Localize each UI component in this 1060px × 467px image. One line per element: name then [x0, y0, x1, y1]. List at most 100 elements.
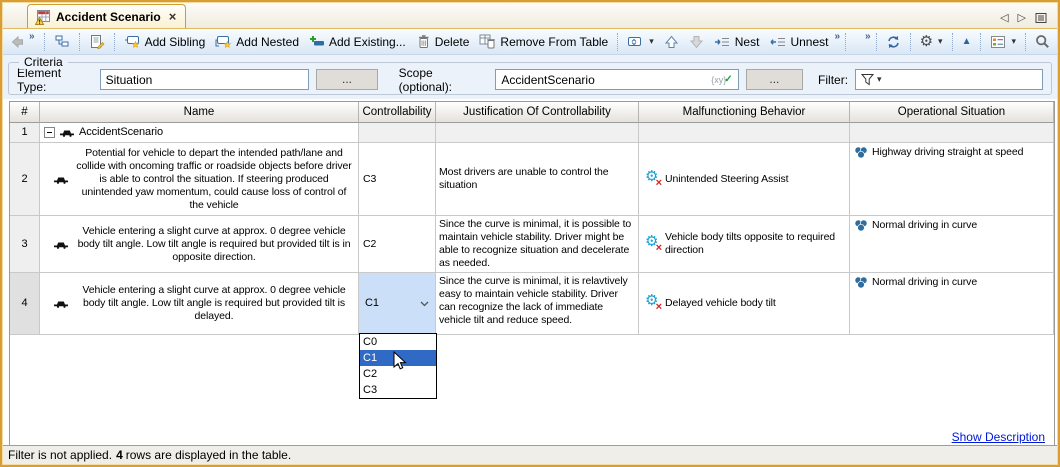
column-header-operational-situation[interactable]: Operational Situation [850, 102, 1054, 123]
add-sibling-label: Add Sibling [145, 35, 206, 49]
scope-browse-button[interactable]: ... [746, 69, 803, 90]
column-header-name[interactable]: Name [40, 102, 359, 123]
filter-input[interactable]: ▾ [855, 69, 1043, 90]
tab-accident-scenario[interactable]: Accident Scenario × [27, 4, 186, 28]
scope-value: AccidentScenario [501, 73, 594, 87]
justification-cell[interactable]: Since the curve is minimal, it is possib… [436, 216, 639, 273]
unnest-button[interactable]: Unnest [765, 33, 832, 51]
add-sibling-icon [124, 34, 141, 49]
selection-mode-button[interactable]: ▾ [623, 32, 658, 51]
controllability-cell[interactable]: C3 [359, 143, 436, 216]
status-row-count: 4 [116, 448, 123, 462]
back-arrow-icon [10, 35, 25, 49]
toolbar-separator [1025, 33, 1026, 51]
remove-from-table-button[interactable]: Remove From Table [475, 32, 612, 51]
selection-mode-dropdown-icon: ▾ [649, 36, 654, 47]
collapse-expander-icon[interactable] [44, 127, 55, 138]
name-cell[interactable]: Vehicle entering a slight curve at appro… [40, 273, 359, 335]
malfunctioning-behavior-cell[interactable]: ⚙× Delayed vehicle body tilt [639, 273, 850, 335]
malfunctioning-behavior-cell[interactable]: ⚙× Unintended Steering Assist [639, 143, 850, 216]
dropdown-option-c3[interactable]: C3 [360, 382, 436, 398]
controllability-cell[interactable]: C2 [359, 216, 436, 273]
search-button[interactable] [1031, 32, 1054, 51]
move-down-button[interactable] [685, 33, 708, 51]
scope-input[interactable]: AccidentScenario {xy}✓ [495, 69, 738, 90]
row-number[interactable]: 1 [10, 123, 40, 143]
settings-dropdown-icon: ▾ [938, 36, 943, 47]
row-number[interactable]: 3 [10, 216, 40, 273]
dropdown-option-c0[interactable]: C0 [360, 334, 436, 350]
row-number[interactable]: 2 [10, 143, 40, 216]
refresh-button[interactable] [882, 33, 905, 51]
toolbar-separator [980, 33, 981, 51]
element-properties-icon: {xy}✓ [711, 74, 732, 85]
add-existing-label: Add Existing... [329, 35, 406, 49]
operational-situation-cell[interactable]: Normal driving in curve [850, 273, 1054, 335]
toolbar-overflow-icon[interactable]: » [834, 31, 840, 42]
main-toolbar: » Add Sibling Add Nested Add Existing...… [3, 29, 1057, 55]
add-sibling-button[interactable]: Add Sibling [120, 32, 210, 51]
add-nested-button[interactable]: Add Nested [211, 32, 303, 51]
operational-situation-cell[interactable]: Highway driving straight at speed [850, 143, 1054, 216]
toolbar-overflow-icon: » [29, 31, 35, 42]
empty-cell [359, 123, 436, 143]
collapse-up-icon: ▲ [962, 36, 972, 47]
element-type-value: Situation [106, 73, 153, 87]
column-header-malfunctioning-behavior[interactable]: Malfunctioning Behavior [639, 102, 850, 123]
root-node-label: AccidentScenario [79, 126, 163, 139]
controllability-combo-open[interactable]: C1 [359, 273, 436, 335]
view-options-button[interactable]: ▾ [986, 33, 1020, 51]
toolbar-overflow-icon[interactable]: » [865, 31, 871, 42]
tab-close-icon[interactable]: × [169, 9, 177, 24]
search-icon [1035, 34, 1050, 49]
nest-button[interactable]: Nest [710, 33, 764, 51]
element-type-browse-button[interactable]: ... [316, 69, 377, 90]
edit-document-button[interactable] [85, 32, 109, 51]
move-up-button[interactable] [660, 33, 683, 51]
name-text: Potential for vehicle to depart the inte… [74, 147, 354, 212]
settings-button[interactable]: ⚙ ▾ [916, 33, 947, 51]
empty-cell [850, 123, 1054, 143]
show-description-link[interactable]: Show Description [952, 430, 1045, 444]
toolbar-separator [79, 33, 80, 51]
filter-label: Filter: [818, 73, 848, 87]
justification-cell[interactable]: Most drivers are unable to control the s… [436, 143, 639, 216]
tab-scroll-right-icon[interactable]: ▷ [1018, 11, 1026, 24]
delete-label: Delete [435, 35, 470, 49]
filter-funnel-icon [861, 73, 874, 86]
toolbar-separator [910, 33, 911, 51]
element-type-label: Element Type: [17, 66, 93, 94]
tab-scroll-left-icon[interactable]: ◁ [1000, 11, 1008, 24]
table-warning-icon [35, 9, 51, 25]
malfunction-gear-icon: ⚙× [645, 237, 661, 252]
column-header-number[interactable]: # [10, 102, 40, 123]
view-options-icon [990, 35, 1006, 49]
name-cell[interactable]: Potential for vehicle to depart the inte… [40, 143, 359, 216]
operational-situation-text: Normal driving in curve [872, 219, 977, 232]
name-cell[interactable]: Vehicle entering a slight curve at appro… [40, 216, 359, 273]
collapse-criteria-button[interactable]: ▲ [958, 34, 976, 49]
operational-situation-text: Normal driving in curve [872, 276, 977, 289]
combo-value: C1 [365, 297, 379, 310]
back-button[interactable]: » [6, 33, 39, 51]
delete-button[interactable]: Delete [412, 32, 474, 51]
justification-cell[interactable]: Since the curve is minimal, it is relavt… [436, 273, 639, 335]
add-existing-button[interactable]: Add Existing... [305, 33, 410, 51]
malfunctioning-behavior-cell[interactable]: ⚙× Vehicle body tilts opposite to requir… [639, 216, 850, 273]
toolbar-separator [952, 33, 953, 51]
element-type-input[interactable]: Situation [100, 69, 310, 90]
operational-situation-icon [854, 146, 868, 159]
tree-structure-icon [54, 34, 70, 49]
accident-scenario-table: # Name Controllability Justification Of … [9, 101, 1055, 447]
tab-bar: Accident Scenario × ◁ ▷ [3, 3, 1057, 29]
selection-mode-icon [627, 34, 644, 49]
row-number[interactable]: 4 [10, 273, 40, 335]
column-header-controllability[interactable]: Controllability [359, 102, 436, 123]
operational-situation-cell[interactable]: Normal driving in curve [850, 216, 1054, 273]
nest-icon [714, 35, 731, 49]
tab-list-icon[interactable] [1035, 12, 1047, 24]
tree-structure-button[interactable] [50, 32, 74, 51]
gear-icon: ⚙ [920, 35, 933, 49]
table-row-root[interactable]: AccidentScenario [40, 123, 359, 143]
column-header-justification[interactable]: Justification Of Controllability [436, 102, 639, 123]
